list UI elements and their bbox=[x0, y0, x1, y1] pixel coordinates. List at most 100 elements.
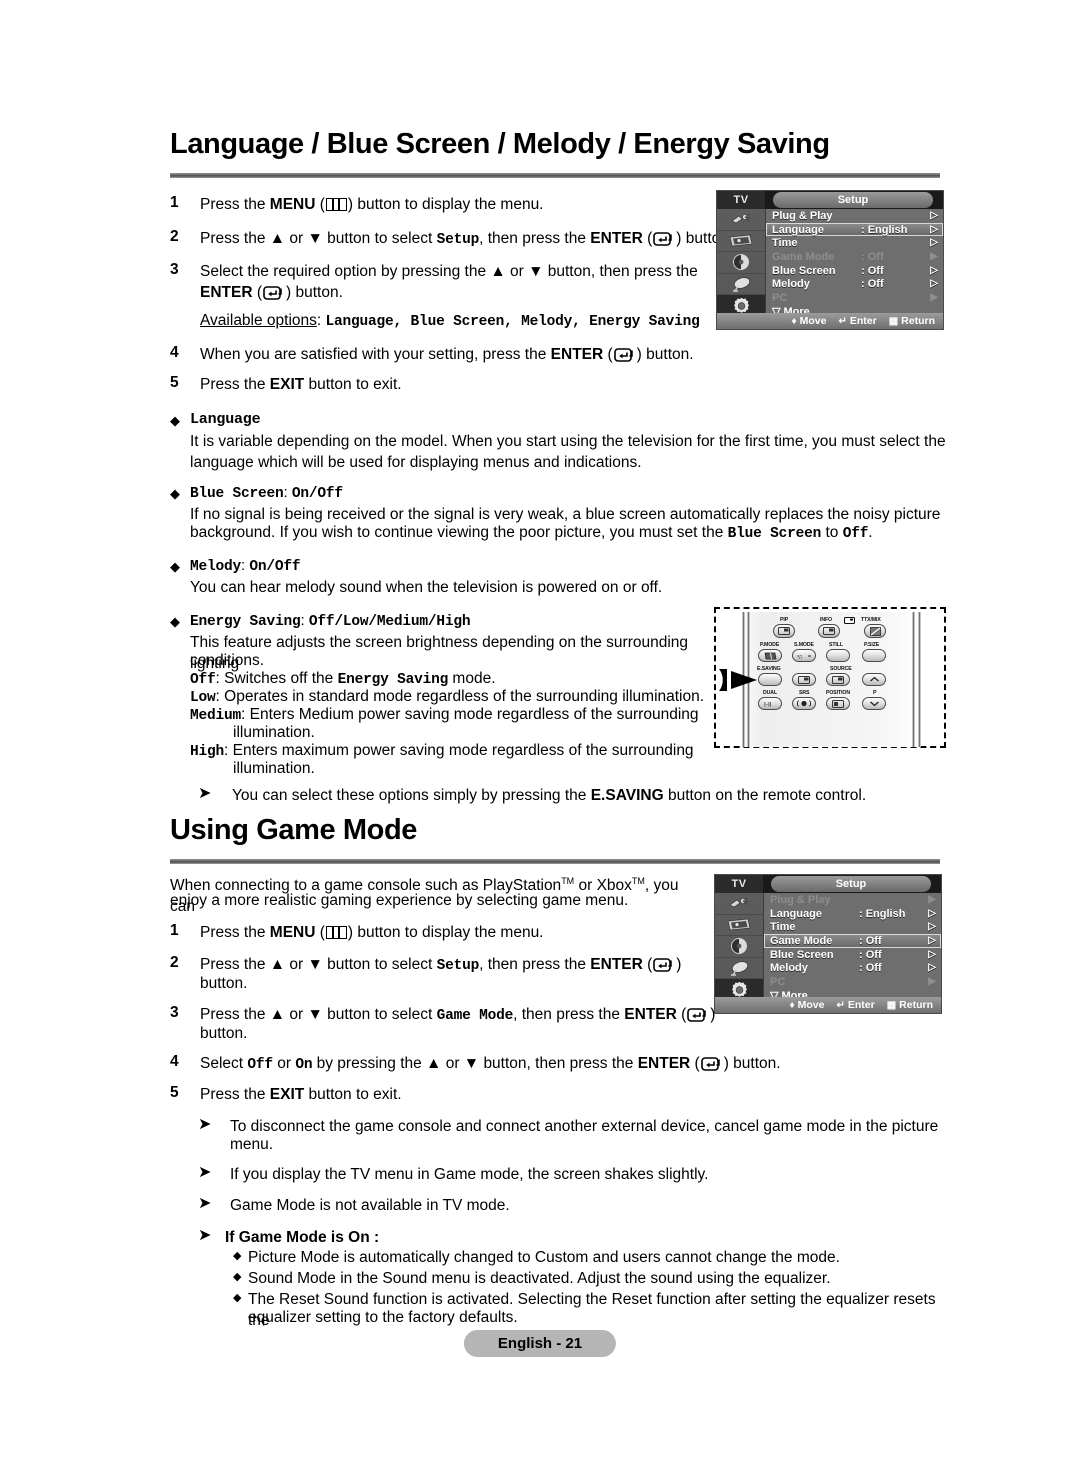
osd2-hint-enter-label: Enter bbox=[847, 999, 875, 1011]
osd1-row-game-mode[interactable]: Game Mode : Off ▶ bbox=[766, 250, 943, 264]
section2-step-3-cont: button. bbox=[200, 1025, 248, 1042]
osd2-row-pc[interactable]: PC ▶ bbox=[764, 975, 941, 989]
remote-button-channel-down[interactable] bbox=[862, 697, 886, 710]
menu-icon bbox=[325, 198, 347, 211]
section1-title: Language / Blue Screen / Melody / Energy… bbox=[170, 128, 830, 160]
manual-page: Language / Blue Screen / Melody / Energy… bbox=[0, 0, 1080, 1474]
osd2-row-language[interactable]: Language : English ▷ bbox=[764, 907, 941, 921]
chevron-right-icon: ▶ bbox=[928, 893, 936, 905]
bluescreen-keyword: Blue Screen bbox=[190, 486, 284, 502]
osd2-row-melody[interactable]: Melody : Off ▷ bbox=[764, 961, 941, 975]
section2-note-3: Game Mode is not available in TV mode. bbox=[230, 1197, 510, 1214]
osd2-row-time[interactable]: Time ▷ bbox=[764, 920, 941, 934]
osd-icon-picture[interactable] bbox=[715, 915, 763, 937]
osd2-value-game-mode: : Off bbox=[859, 934, 882, 947]
arrow-bullet-icon: ➤ bbox=[198, 1164, 212, 1181]
menu-icon bbox=[325, 926, 347, 939]
osd1-row-time[interactable]: Time ▷ bbox=[766, 236, 943, 250]
section1-header: Language / Blue Screen / Melody / Energy… bbox=[140, 128, 940, 188]
osd1-hint-enter: ↵ Enter bbox=[838, 315, 876, 327]
tv-osd-menu-setup-1[interactable]: TV Setup Plug & Play ▷ Language: Englis… bbox=[716, 190, 944, 330]
osd-icon-sound[interactable] bbox=[715, 936, 763, 958]
step3-text-b: button. bbox=[291, 284, 343, 301]
s2-step2-b: , then press the bbox=[479, 956, 591, 973]
medium-text: Enters Medium power saving mode regardle… bbox=[249, 706, 699, 723]
enter-icon bbox=[613, 348, 636, 362]
remote-button-srs[interactable] bbox=[792, 697, 816, 710]
remote-button-smode[interactable]: ♫ bbox=[792, 649, 816, 662]
step-number: 1 bbox=[170, 922, 179, 939]
remote-button-pip[interactable] bbox=[773, 624, 795, 638]
remote-button-position[interactable] bbox=[826, 697, 850, 710]
osd2-tab-setup[interactable]: Setup bbox=[771, 876, 931, 892]
remote-button-channel-up[interactable] bbox=[862, 673, 886, 686]
remote-button-info[interactable] bbox=[818, 624, 840, 638]
remote-label-pip: PIP bbox=[780, 617, 789, 623]
chevron-right-icon: ▶ bbox=[930, 291, 938, 303]
osd1-hint-move-label: Move bbox=[799, 315, 827, 327]
section2-step-3: Press the ▲ or ▼ button to select Game M… bbox=[200, 1006, 716, 1024]
osd2-hint-enter: ↵ Enter bbox=[836, 999, 874, 1011]
pointer-arrow-icon bbox=[719, 669, 757, 691]
remote-button-unlabeled[interactable] bbox=[792, 673, 816, 686]
s2-step5-a: Press the bbox=[200, 1086, 270, 1103]
osd-icon-picture[interactable] bbox=[717, 231, 765, 253]
on-keyword: On bbox=[295, 1057, 313, 1073]
step3-text-a: Select the required option by pressing t… bbox=[200, 263, 698, 280]
osd1-label-time: Time bbox=[772, 237, 798, 250]
remote-button-source[interactable] bbox=[826, 673, 850, 686]
low-text: Operates in standard mode regardless of … bbox=[224, 688, 705, 705]
remote-button-still[interactable] bbox=[826, 649, 850, 662]
s2-step1-a: Press the bbox=[200, 924, 270, 941]
tv-osd-menu-setup-2[interactable]: TV Setup Plug & Play ▶ Language: Englis… bbox=[714, 874, 942, 1014]
osd1-label-pc: PC bbox=[772, 291, 788, 304]
chevron-right-icon: ▷ bbox=[928, 962, 936, 974]
remote-button-pmode[interactable] bbox=[758, 649, 782, 662]
enter-keyword: ENTER bbox=[624, 1006, 677, 1023]
chevron-right-icon: ▷ bbox=[928, 907, 936, 919]
osd2-row-blue-screen[interactable]: Blue Screen : Off ▷ bbox=[764, 948, 941, 962]
osd-icon-channel[interactable] bbox=[717, 274, 765, 296]
section2-note-1-l2: menu. bbox=[230, 1136, 274, 1153]
s2-step1-b: button to display the menu. bbox=[353, 924, 544, 941]
melody-keyword: Melody bbox=[190, 559, 242, 575]
enter-icon: ↵ bbox=[838, 315, 847, 327]
section1-rule bbox=[170, 173, 940, 178]
diamond-bullet-icon: ◆ bbox=[170, 614, 180, 629]
osd-icon-channel[interactable] bbox=[715, 958, 763, 980]
osd1-tab-setup[interactable]: Setup bbox=[773, 192, 933, 208]
remote-button-psize[interactable] bbox=[862, 649, 886, 662]
section2-header: Using Game Mode bbox=[140, 814, 940, 874]
enter-icon bbox=[687, 1008, 709, 1022]
section2-note-2: If you display the TV menu in Game mode,… bbox=[230, 1166, 709, 1183]
exit-keyword: EXIT bbox=[269, 1086, 305, 1103]
bullet-heading-language: Language bbox=[190, 411, 261, 428]
menu-keyword: MENU bbox=[269, 196, 316, 213]
osd-icon-input[interactable] bbox=[715, 893, 763, 915]
step-number: 3 bbox=[170, 261, 179, 278]
osd-icon-sound[interactable] bbox=[717, 252, 765, 274]
osd1-hint-return-label: Return bbox=[901, 315, 935, 327]
remote-button-ttxmix[interactable] bbox=[864, 624, 886, 638]
enter-icon bbox=[700, 1057, 723, 1071]
step-number: 4 bbox=[170, 344, 179, 361]
step-number: 2 bbox=[170, 954, 179, 971]
s2-step4-a: Select bbox=[200, 1055, 248, 1072]
remote-button-dual[interactable]: I-II bbox=[758, 697, 782, 710]
osd1-row-melody[interactable]: Melody : Off ▷ bbox=[766, 277, 943, 291]
osd1-row-language[interactable]: Language : English ▷ bbox=[766, 222, 943, 237]
section2-step-5: Press the EXIT button to exit. bbox=[200, 1084, 402, 1105]
osd-icon-input[interactable] bbox=[717, 209, 765, 231]
remote-control-figure: PIP INFO TTX/MIX P.MODE S.MODE ♫ STILL P… bbox=[714, 607, 946, 748]
section1-step-2: Press the ▲ or ▼ button to select Setup,… bbox=[200, 230, 734, 248]
osd1-row-blue-screen[interactable]: Blue Screen : Off ▷ bbox=[766, 264, 943, 278]
osd2-row-game-mode[interactable]: Game Mode : Off ▷ bbox=[764, 934, 941, 948]
diamond-bullet-icon: ◆ bbox=[170, 559, 180, 574]
off-tail: mode. bbox=[448, 670, 496, 687]
step5-text-b: button to exit. bbox=[304, 376, 402, 393]
section2-step-2: Press the ▲ or ▼ button to select Setup,… bbox=[200, 956, 682, 974]
osd1-row-pc[interactable]: PC ▶ bbox=[766, 291, 943, 305]
osd1-row-plug-and-play[interactable]: Plug & Play ▷ bbox=[766, 209, 943, 223]
chevron-right-icon: ▷ bbox=[930, 278, 938, 290]
osd2-row-plug-and-play[interactable]: Plug & Play ▶ bbox=[764, 893, 941, 907]
